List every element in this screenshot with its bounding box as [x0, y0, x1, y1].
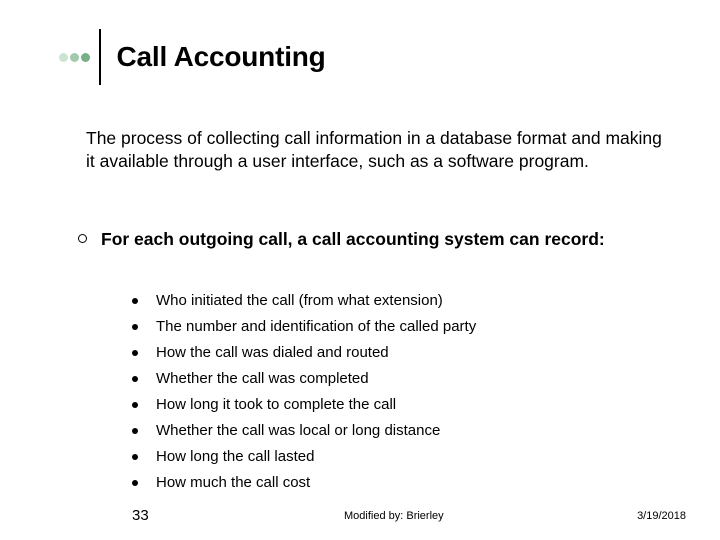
- list-item-text: How long the call lasted: [156, 446, 314, 467]
- open-circle-bullet-icon: [78, 234, 87, 243]
- filled-circle-bullet-icon: [132, 298, 138, 304]
- list-item-text: Whether the call was completed: [156, 368, 369, 389]
- intro-paragraph: The process of collecting call informati…: [86, 127, 665, 173]
- list-item-text: How the call was dialed and routed: [156, 342, 389, 363]
- filled-circle-bullet-icon: [132, 350, 138, 356]
- dot-icon: [59, 53, 68, 62]
- decorative-dots: [59, 53, 90, 62]
- list-item-text: The number and identification of the cal…: [156, 316, 476, 337]
- filled-circle-bullet-icon: [132, 428, 138, 434]
- dot-icon: [81, 53, 90, 62]
- list-item: How long it took to complete the call: [132, 394, 476, 415]
- list-item-text: How long it took to complete the call: [156, 394, 396, 415]
- footer-date: 3/19/2018: [637, 510, 686, 522]
- list-item: The number and identification of the cal…: [132, 316, 476, 337]
- filled-circle-bullet-icon: [132, 454, 138, 460]
- slide-number: 33: [132, 507, 149, 524]
- list-item-text: Whether the call was local or long dista…: [156, 420, 440, 441]
- filled-circle-bullet-icon: [132, 324, 138, 330]
- list-item: Whether the call was completed: [132, 368, 476, 389]
- list-item: How long the call lasted: [132, 446, 476, 467]
- vertical-rule: [99, 29, 101, 85]
- section-heading-row: For each outgoing call, a call accountin…: [78, 228, 665, 251]
- list-item: Whether the call was local or long dista…: [132, 420, 476, 441]
- filled-circle-bullet-icon: [132, 480, 138, 486]
- title-header: Call Accounting: [0, 29, 720, 85]
- filled-circle-bullet-icon: [132, 402, 138, 408]
- modified-by-label: Modified by: Brierley: [344, 510, 444, 522]
- list-item: How the call was dialed and routed: [132, 342, 476, 363]
- dot-icon: [70, 53, 79, 62]
- sub-bullet-list: Who initiated the call (from what extens…: [132, 290, 476, 498]
- list-item: Who initiated the call (from what extens…: [132, 290, 476, 311]
- section-heading: For each outgoing call, a call accountin…: [101, 228, 605, 251]
- list-item-text: Who initiated the call (from what extens…: [156, 290, 443, 311]
- slide-title: Call Accounting: [117, 41, 326, 73]
- filled-circle-bullet-icon: [132, 376, 138, 382]
- list-item: How much the call cost: [132, 472, 476, 493]
- list-item-text: How much the call cost: [156, 472, 310, 493]
